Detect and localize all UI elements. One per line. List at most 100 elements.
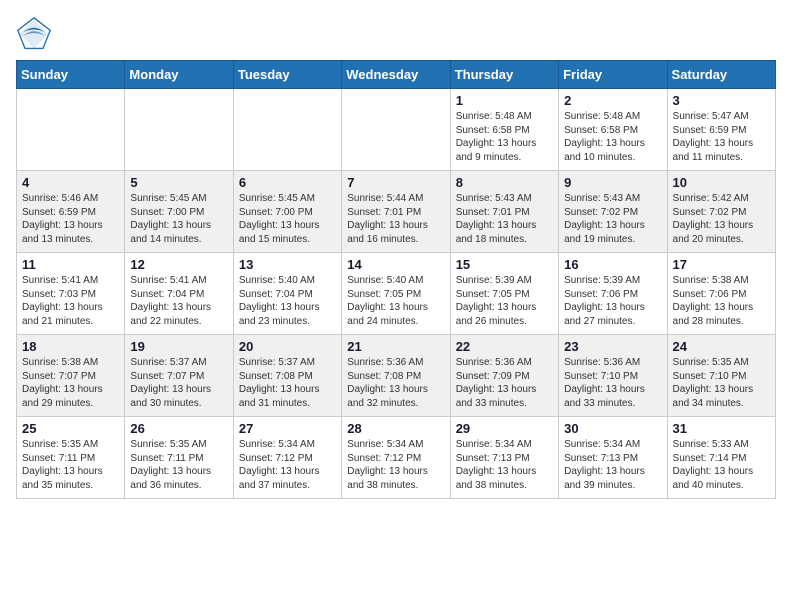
day-info: Sunrise: 5:34 AM Sunset: 7:13 PM Dayligh… bbox=[564, 439, 645, 491]
day-info: Sunrise: 5:39 AM Sunset: 7:06 PM Dayligh… bbox=[564, 275, 645, 327]
weekday-header-friday: Friday bbox=[559, 61, 667, 89]
day-info: Sunrise: 5:40 AM Sunset: 7:04 PM Dayligh… bbox=[239, 275, 320, 327]
calendar-day-12: 12 Sunrise: 5:41 AM Sunset: 7:04 PM Dayli… bbox=[125, 253, 233, 335]
day-info: Sunrise: 5:33 AM Sunset: 7:14 PM Dayligh… bbox=[673, 439, 754, 491]
weekday-header-thursday: Thursday bbox=[450, 61, 558, 89]
day-info: Sunrise: 5:35 AM Sunset: 7:11 PM Dayligh… bbox=[22, 439, 103, 491]
day-info: Sunrise: 5:34 AM Sunset: 7:12 PM Dayligh… bbox=[239, 439, 320, 491]
day-number: 19 bbox=[130, 339, 227, 354]
day-number: 14 bbox=[347, 257, 444, 272]
weekday-header-tuesday: Tuesday bbox=[233, 61, 341, 89]
calendar-week-row: 1 Sunrise: 5:48 AM Sunset: 6:58 PM Daylig… bbox=[17, 89, 776, 171]
day-number: 22 bbox=[456, 339, 553, 354]
day-number: 6 bbox=[239, 175, 336, 190]
calendar-day-17: 17 Sunrise: 5:38 AM Sunset: 7:06 PM Dayli… bbox=[667, 253, 775, 335]
day-info: Sunrise: 5:37 AM Sunset: 7:08 PM Dayligh… bbox=[239, 357, 320, 409]
empty-day bbox=[17, 89, 125, 171]
calendar-day-3: 3 Sunrise: 5:47 AM Sunset: 6:59 PM Daylig… bbox=[667, 89, 775, 171]
calendar-day-30: 30Sunrise: 5:34 AM Sunset: 7:13 PM Dayli… bbox=[559, 417, 667, 499]
day-info: Sunrise: 5:42 AM Sunset: 7:02 PM Dayligh… bbox=[673, 193, 754, 245]
day-info: Sunrise: 5:45 AM Sunset: 7:00 PM Dayligh… bbox=[130, 193, 211, 245]
day-info: Sunrise: 5:35 AM Sunset: 7:10 PM Dayligh… bbox=[673, 357, 754, 409]
day-info: Sunrise: 5:39 AM Sunset: 7:05 PM Dayligh… bbox=[456, 275, 537, 327]
day-info: Sunrise: 5:36 AM Sunset: 7:10 PM Dayligh… bbox=[564, 357, 645, 409]
calendar-day-8: 8 Sunrise: 5:43 AM Sunset: 7:01 PM Daylig… bbox=[450, 171, 558, 253]
day-number: 10 bbox=[673, 175, 770, 190]
empty-day bbox=[125, 89, 233, 171]
weekday-header-wednesday: Wednesday bbox=[342, 61, 450, 89]
day-number: 28 bbox=[347, 421, 444, 436]
day-number: 17 bbox=[673, 257, 770, 272]
calendar-day-7: 7 Sunrise: 5:44 AM Sunset: 7:01 PM Daylig… bbox=[342, 171, 450, 253]
day-info: Sunrise: 5:47 AM Sunset: 6:59 PM Dayligh… bbox=[673, 111, 754, 163]
day-info: Sunrise: 5:46 AM Sunset: 6:59 PM Dayligh… bbox=[22, 193, 103, 245]
weekday-header-sunday: Sunday bbox=[17, 61, 125, 89]
day-info: Sunrise: 5:34 AM Sunset: 7:12 PM Dayligh… bbox=[347, 439, 428, 491]
calendar-day-28: 28 Sunrise: 5:34 AM Sunset: 7:12 PM Dayli… bbox=[342, 417, 450, 499]
day-number: 5 bbox=[130, 175, 227, 190]
day-number: 27 bbox=[239, 421, 336, 436]
calendar-day-11: 11 Sunrise: 5:41 AM Sunset: 7:03 PM Dayli… bbox=[17, 253, 125, 335]
calendar-day-1: 1 Sunrise: 5:48 AM Sunset: 6:58 PM Daylig… bbox=[450, 89, 558, 171]
day-number: 13 bbox=[239, 257, 336, 272]
calendar-day-29: 29Sunrise: 5:34 AM Sunset: 7:13 PM Dayli… bbox=[450, 417, 558, 499]
weekday-header-row: SundayMondayTuesdayWednesdayThursdayFrid… bbox=[17, 61, 776, 89]
day-number: 21 bbox=[347, 339, 444, 354]
day-info: Sunrise: 5:38 AM Sunset: 7:06 PM Dayligh… bbox=[673, 275, 754, 327]
day-number: 2 bbox=[564, 93, 661, 108]
empty-day bbox=[342, 89, 450, 171]
calendar-week-row: 25 Sunrise: 5:35 AM Sunset: 7:11 PM Dayli… bbox=[17, 417, 776, 499]
day-number: 7 bbox=[347, 175, 444, 190]
day-info: Sunrise: 5:38 AM Sunset: 7:07 PM Dayligh… bbox=[22, 357, 103, 409]
calendar-week-row: 4 Sunrise: 5:46 AM Sunset: 6:59 PM Daylig… bbox=[17, 171, 776, 253]
day-number: 23 bbox=[564, 339, 661, 354]
calendar-day-19: 19 Sunrise: 5:37 AM Sunset: 7:07 PM Dayli… bbox=[125, 335, 233, 417]
day-number: 12 bbox=[130, 257, 227, 272]
day-number: 4 bbox=[22, 175, 119, 190]
day-number: 16 bbox=[564, 257, 661, 272]
day-info: Sunrise: 5:41 AM Sunset: 7:03 PM Dayligh… bbox=[22, 275, 103, 327]
day-number: 8 bbox=[456, 175, 553, 190]
calendar-week-row: 11 Sunrise: 5:41 AM Sunset: 7:03 PM Dayli… bbox=[17, 253, 776, 335]
calendar-day-20: 20 Sunrise: 5:37 AM Sunset: 7:08 PM Dayli… bbox=[233, 335, 341, 417]
day-info: Sunrise: 5:43 AM Sunset: 7:01 PM Dayligh… bbox=[456, 193, 537, 245]
day-number: 20 bbox=[239, 339, 336, 354]
empty-day bbox=[233, 89, 341, 171]
calendar-day-23: 23 Sunrise: 5:36 AM Sunset: 7:10 PM Dayli… bbox=[559, 335, 667, 417]
day-number: 9 bbox=[564, 175, 661, 190]
calendar-day-4: 4 Sunrise: 5:46 AM Sunset: 6:59 PM Daylig… bbox=[17, 171, 125, 253]
day-info: Sunrise: 5:37 AM Sunset: 7:07 PM Dayligh… bbox=[130, 357, 211, 409]
calendar-day-21: 21 Sunrise: 5:36 AM Sunset: 7:08 PM Dayli… bbox=[342, 335, 450, 417]
logo bbox=[16, 16, 56, 52]
calendar-day-15: 15Sunrise: 5:39 AM Sunset: 7:05 PM Dayli… bbox=[450, 253, 558, 335]
day-number: 11 bbox=[22, 257, 119, 272]
calendar-week-row: 18 Sunrise: 5:38 AM Sunset: 7:07 PM Dayli… bbox=[17, 335, 776, 417]
day-info: Sunrise: 5:36 AM Sunset: 7:09 PM Dayligh… bbox=[456, 357, 537, 409]
calendar-day-25: 25 Sunrise: 5:35 AM Sunset: 7:11 PM Dayli… bbox=[17, 417, 125, 499]
day-info: Sunrise: 5:45 AM Sunset: 7:00 PM Dayligh… bbox=[239, 193, 320, 245]
day-info: Sunrise: 5:36 AM Sunset: 7:08 PM Dayligh… bbox=[347, 357, 428, 409]
calendar-day-16: 16 Sunrise: 5:39 AM Sunset: 7:06 PM Dayli… bbox=[559, 253, 667, 335]
weekday-header-saturday: Saturday bbox=[667, 61, 775, 89]
day-number: 1 bbox=[456, 93, 553, 108]
calendar-day-9: 9Sunrise: 5:43 AM Sunset: 7:02 PM Daylig… bbox=[559, 171, 667, 253]
calendar-day-24: 24 Sunrise: 5:35 AM Sunset: 7:10 PM Dayli… bbox=[667, 335, 775, 417]
calendar-day-27: 27 Sunrise: 5:34 AM Sunset: 7:12 PM Dayli… bbox=[233, 417, 341, 499]
calendar-day-13: 13 Sunrise: 5:40 AM Sunset: 7:04 PM Dayli… bbox=[233, 253, 341, 335]
day-number: 18 bbox=[22, 339, 119, 354]
logo-icon bbox=[16, 16, 52, 52]
day-number: 3 bbox=[673, 93, 770, 108]
day-info: Sunrise: 5:44 AM Sunset: 7:01 PM Dayligh… bbox=[347, 193, 428, 245]
day-info: Sunrise: 5:48 AM Sunset: 6:58 PM Dayligh… bbox=[456, 111, 537, 163]
calendar-table: SundayMondayTuesdayWednesdayThursdayFrid… bbox=[16, 60, 776, 499]
day-info: Sunrise: 5:41 AM Sunset: 7:04 PM Dayligh… bbox=[130, 275, 211, 327]
day-number: 24 bbox=[673, 339, 770, 354]
calendar-day-26: 26 Sunrise: 5:35 AM Sunset: 7:11 PM Dayli… bbox=[125, 417, 233, 499]
day-number: 26 bbox=[130, 421, 227, 436]
day-number: 31 bbox=[673, 421, 770, 436]
day-number: 25 bbox=[22, 421, 119, 436]
calendar-day-2: 2 Sunrise: 5:48 AM Sunset: 6:58 PM Daylig… bbox=[559, 89, 667, 171]
calendar-day-18: 18 Sunrise: 5:38 AM Sunset: 7:07 PM Dayli… bbox=[17, 335, 125, 417]
day-info: Sunrise: 5:48 AM Sunset: 6:58 PM Dayligh… bbox=[564, 111, 645, 163]
day-info: Sunrise: 5:35 AM Sunset: 7:11 PM Dayligh… bbox=[130, 439, 211, 491]
